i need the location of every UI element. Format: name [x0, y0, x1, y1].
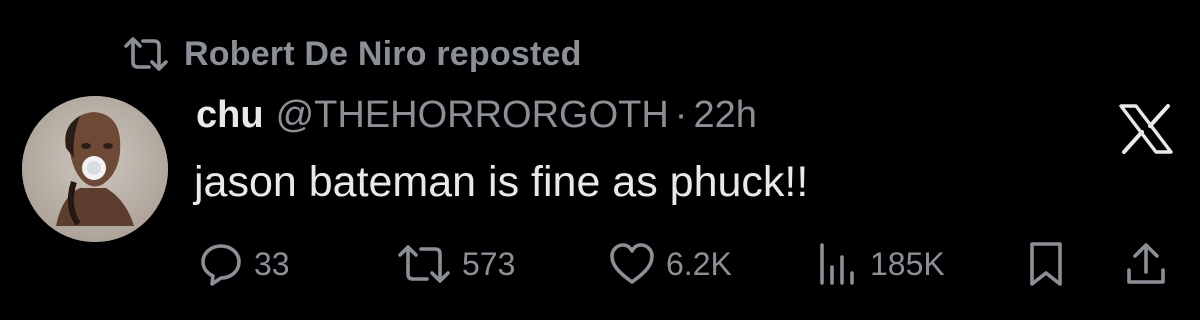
repost-icon	[122, 34, 170, 74]
reply-button[interactable]: 33	[198, 236, 290, 292]
user-handle[interactable]: @THEHORRORGOTH	[276, 94, 669, 137]
like-count: 6.2K	[666, 245, 732, 282]
reply-icon	[198, 241, 244, 287]
bookmark-button[interactable]	[1026, 236, 1066, 292]
views-button[interactable]: 185K	[816, 236, 945, 292]
views-count: 185K	[870, 245, 945, 282]
share-button[interactable]	[1124, 236, 1168, 292]
heart-icon	[608, 241, 656, 287]
repost-indicator[interactable]: Robert De Niro reposted	[122, 30, 582, 78]
avatar[interactable]	[22, 96, 168, 242]
action-bar: 33 573 6.2K 185K	[0, 236, 1200, 292]
separator-dot: ·	[674, 94, 688, 136]
like-button[interactable]: 6.2K	[608, 236, 732, 292]
repost-count: 573	[462, 245, 516, 282]
share-icon	[1124, 240, 1168, 288]
repost-label[interactable]: Robert De Niro reposted	[184, 35, 582, 74]
repost-button[interactable]: 573	[396, 236, 515, 292]
post-timestamp[interactable]: 22h	[693, 94, 756, 137]
bookmark-icon	[1026, 240, 1066, 288]
views-chart-icon	[816, 241, 860, 287]
repost-icon	[396, 241, 452, 287]
display-name[interactable]: chu	[196, 94, 264, 137]
post-header: chu @THEHORRORGOTH · 22h	[196, 94, 757, 146]
post-text: jason bateman is fine as phuck!!	[194, 158, 809, 206]
x-logo-icon	[1118, 104, 1174, 154]
reply-count: 33	[254, 245, 290, 282]
